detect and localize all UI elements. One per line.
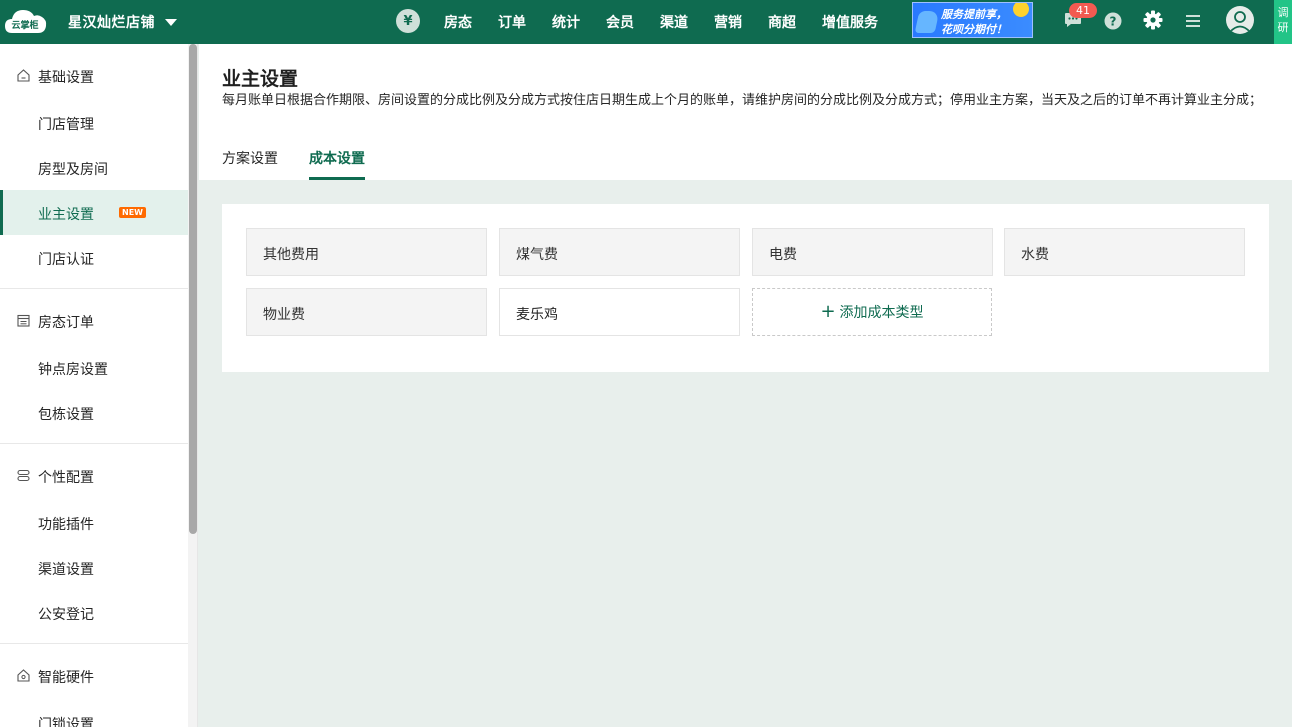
sidebar: 基础设置 门店管理 房型及房间 业主设置 NEW 门店认证 房态订单 钟点房设置… xyxy=(0,44,198,727)
sidebar-item-label: 公安登记 xyxy=(38,607,94,623)
cost-type-label: 其他费用 xyxy=(263,247,319,263)
nav-room-status[interactable]: 房态 xyxy=(444,12,472,32)
cost-type-label: 煤气费 xyxy=(516,247,558,263)
sidebar-divider xyxy=(0,443,188,444)
user-icon xyxy=(1229,11,1251,33)
hand-icon xyxy=(914,11,940,33)
banner-line-2: 花呗分期付！ xyxy=(941,23,1007,36)
survey-tab-bottom: 研 xyxy=(1277,21,1289,34)
main-nav: 房态 订单 统计 会员 渠道 营销 商超 增值服务 xyxy=(444,0,904,44)
cost-type-label: 水费 xyxy=(1021,247,1049,263)
sidebar-group-label: 基础设置 xyxy=(38,70,94,86)
sidebar-item-label: 钟点房设置 xyxy=(38,362,108,378)
new-badge: NEW xyxy=(119,207,146,218)
sidebar-divider xyxy=(0,288,188,289)
page-header: 业主设置 每月账单日根据合作期限、房间设置的分成比例及分成方式按住店日期生成上个… xyxy=(199,44,1292,180)
cost-type-property[interactable]: 物业费 xyxy=(246,288,487,336)
message-count-badge: 41 xyxy=(1069,3,1097,18)
yen-icon[interactable]: ¥ xyxy=(396,9,420,33)
sidebar-item-label: 渠道设置 xyxy=(38,562,94,578)
logo-text: 云掌柜 xyxy=(11,19,38,31)
top-navbar: 云掌柜 星汉灿烂店铺 ¥ 房态 订单 统计 会员 渠道 营销 商超 增值服务 服… xyxy=(0,0,1292,44)
add-cost-type-label: 添加成本类型 xyxy=(839,305,924,321)
sidebar-item-store-management[interactable]: 门店管理 xyxy=(0,100,188,145)
sidebar-item-room-types[interactable]: 房型及房间 xyxy=(0,145,188,190)
sidebar-item-channel-settings[interactable]: 渠道设置 xyxy=(0,545,188,590)
svg-text:?: ? xyxy=(1110,15,1117,29)
nav-members[interactable]: 会员 xyxy=(606,12,634,32)
cost-type-other[interactable]: 其他费用 xyxy=(246,228,487,276)
sidebar-item-label: 房型及房间 xyxy=(38,162,108,178)
tab-plan-settings[interactable]: 方案设置 xyxy=(222,148,278,180)
sidebar-item-plugins[interactable]: 功能插件 xyxy=(0,500,188,545)
cost-type-water[interactable]: 水费 xyxy=(1004,228,1245,276)
banner-line-1: 服务提前享， xyxy=(941,8,1007,21)
sidebar-item-label: 门锁设置 xyxy=(38,717,94,727)
sidebar-group-smart-hardware[interactable]: 智能硬件 xyxy=(0,654,188,698)
help-icon[interactable]: ? xyxy=(1104,12,1122,30)
sidebar-item-hourly-rooms[interactable]: 钟点房设置 xyxy=(0,345,188,390)
sidebar-item-label: 功能插件 xyxy=(38,517,94,533)
sidebar-item-label: 门店认证 xyxy=(38,252,94,268)
yunzhanggui-logo[interactable]: 云掌柜 xyxy=(4,5,48,35)
sidebar-scrollbar[interactable] xyxy=(188,44,197,727)
sidebar-item-police-registration[interactable]: 公安登记 xyxy=(0,590,188,635)
cost-type-gas[interactable]: 煤气费 xyxy=(499,228,740,276)
coin-icon xyxy=(1013,3,1029,17)
sidebar-item-label: 包栋设置 xyxy=(38,407,94,423)
cost-type-custom[interactable]: 麦乐鸡 xyxy=(499,288,740,336)
promo-banner[interactable]: 服务提前享， 花呗分期付！ xyxy=(912,2,1033,38)
nav-orders[interactable]: 订单 xyxy=(498,12,526,32)
plus-icon: + xyxy=(820,301,836,322)
nav-marketing[interactable]: 营销 xyxy=(714,12,742,32)
config-icon xyxy=(17,469,30,482)
survey-tab-top: 调 xyxy=(1277,6,1289,19)
tab-cost-settings[interactable]: 成本设置 xyxy=(309,148,365,180)
cost-type-electricity[interactable]: 电费 xyxy=(752,228,993,276)
sidebar-group-room-orders[interactable]: 房态订单 xyxy=(0,299,188,343)
user-avatar[interactable] xyxy=(1226,6,1254,34)
nav-channels[interactable]: 渠道 xyxy=(660,12,688,32)
sidebar-item-label: 门店管理 xyxy=(38,117,94,133)
store-name: 星汉灿烂店铺 xyxy=(68,15,155,31)
nav-statistics[interactable]: 统计 xyxy=(552,12,580,32)
add-cost-type-button[interactable]: + 添加成本类型 xyxy=(752,288,992,336)
nav-store[interactable]: 商超 xyxy=(768,12,796,32)
home-icon xyxy=(17,669,30,682)
sidebar-item-label: 业主设置 xyxy=(38,207,94,223)
sidebar-item-door-lock[interactable]: 门锁设置 xyxy=(0,700,188,727)
page-description: 每月账单日根据合作期限、房间设置的分成比例及分成方式按住店日期生成上个月的账单，… xyxy=(222,93,1263,108)
survey-tab[interactable]: 调 研 xyxy=(1274,0,1292,44)
nav-value-added[interactable]: 增值服务 xyxy=(822,12,878,32)
sidebar-item-whole-building[interactable]: 包栋设置 xyxy=(0,390,188,435)
settings-gear-icon[interactable] xyxy=(1143,10,1163,30)
sidebar-group-basic[interactable]: 基础设置 xyxy=(0,54,188,98)
sidebar-group-label: 智能硬件 xyxy=(38,670,94,686)
scrollbar-thumb[interactable] xyxy=(189,44,197,534)
page-title: 业主设置 xyxy=(222,68,299,90)
cost-types-card: 其他费用 煤气费 电费 水费 物业费 麦乐鸡 + 添加成本类型 xyxy=(222,204,1269,372)
sidebar-divider xyxy=(0,643,188,644)
cost-type-label: 物业费 xyxy=(263,307,305,323)
cost-type-label: 麦乐鸡 xyxy=(516,307,558,323)
cost-type-label: 电费 xyxy=(769,247,797,263)
caret-down-icon xyxy=(165,18,177,26)
home-icon xyxy=(17,69,30,82)
store-selector[interactable]: 星汉灿烂店铺 xyxy=(68,0,177,44)
sidebar-item-owner-settings[interactable]: 业主设置 NEW xyxy=(0,190,188,235)
menu-icon[interactable] xyxy=(1184,12,1202,30)
sidebar-item-store-certification[interactable]: 门店认证 xyxy=(0,235,188,280)
sidebar-group-label: 个性配置 xyxy=(38,470,94,486)
sidebar-group-personalization[interactable]: 个性配置 xyxy=(0,454,188,498)
calendar-icon xyxy=(17,314,30,327)
sidebar-group-label: 房态订单 xyxy=(38,315,94,331)
